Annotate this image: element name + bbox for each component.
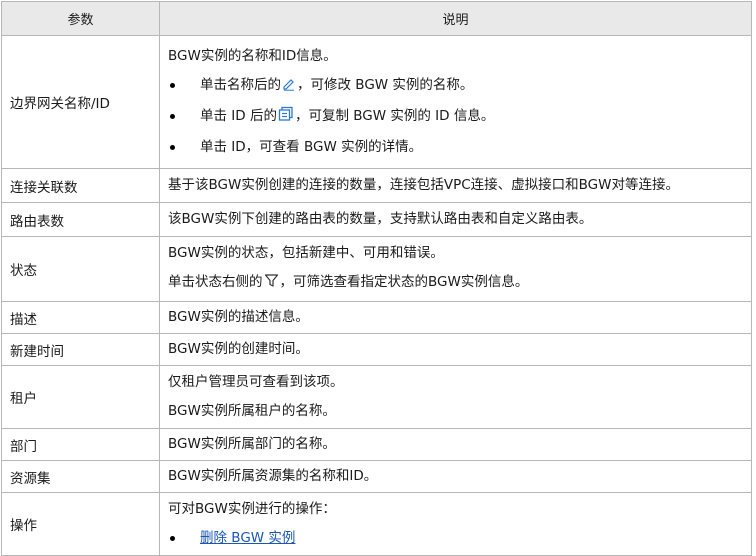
param-name: 状态 xyxy=(1,236,160,302)
table-row: 新建时间 BGW实例的创建时间。 xyxy=(1,333,752,366)
desc-line: BGW实例的名称和ID信息。 xyxy=(168,48,337,64)
param-desc: BGW实例所属资源集的名称和ID。 xyxy=(159,460,752,493)
param-desc: BGW实例的状态，包括新建中、可用和错误。 单击状态右侧的 ，可筛选查看指定状态的… xyxy=(159,236,752,302)
filter-icon[interactable] xyxy=(264,270,279,299)
table-row: 租户 仅租户管理员可查看到该项。 BGW实例所属租户的名称。 xyxy=(1,365,752,429)
edit-icon[interactable] xyxy=(282,73,296,102)
bullet-item: 单击名称后的 ，可修改 BGW 实例的名称。 xyxy=(168,71,743,102)
delete-bgw-link[interactable]: 删除 BGW 实例 xyxy=(200,530,295,546)
param-name: 路由表数 xyxy=(1,202,160,237)
parameter-table: 参数 说明 边界网关名称/ID BGW实例的名称和ID信息。 单击名称后的 ，可修… xyxy=(1,1,752,556)
table-row: 边界网关名称/ID BGW实例的名称和ID信息。 单击名称后的 ，可修改 BGW … xyxy=(1,35,752,169)
header-desc: 说明 xyxy=(159,1,752,36)
copy-icon[interactable] xyxy=(278,104,294,133)
table-row: 状态 BGW实例的状态，包括新建中、可用和错误。 单击状态右侧的 ，可筛选查看指定… xyxy=(1,236,752,302)
param-name: 资源集 xyxy=(1,460,160,493)
bullet-item: 单击 ID 后的 ，可复制 BGW 实例的 ID 信息。 xyxy=(168,102,743,133)
param-desc: 仅租户管理员可查看到该项。 BGW实例所属租户的名称。 xyxy=(159,365,752,429)
param-name: 边界网关名称/ID xyxy=(1,35,160,169)
param-name: 新建时间 xyxy=(1,333,160,366)
table-row: 路由表数 该BGW实例下创建的路由表的数量，支持默认路由表和自定义路由表。 xyxy=(1,202,752,237)
param-desc: 基于该BGW实例创建的连接的数量，连接包括VPC连接、虚拟接口和BGW对等连接。 xyxy=(159,168,752,203)
table-row: 描述 BGW实例的描述信息。 xyxy=(1,301,752,334)
bullet-item: 单击 ID，可查看 BGW 实例的详情。 xyxy=(168,133,743,162)
param-desc: BGW实例所属部门的名称。 xyxy=(159,428,752,461)
header-param: 参数 xyxy=(1,1,160,36)
param-name: 操作 xyxy=(1,492,160,556)
param-name: 租户 xyxy=(1,365,160,429)
param-name: 部门 xyxy=(1,428,160,461)
table-row: 资源集 BGW实例所属资源集的名称和ID。 xyxy=(1,460,752,493)
table-row: 连接关联数 基于该BGW实例创建的连接的数量，连接包括VPC连接、虚拟接口和BG… xyxy=(1,168,752,203)
table-header: 参数 说明 xyxy=(1,1,752,36)
table-row: 操作 可对BGW实例进行的操作： 删除 BGW 实例 xyxy=(1,492,752,556)
param-name: 连接关联数 xyxy=(1,168,160,203)
param-desc: 该BGW实例下创建的路由表的数量，支持默认路由表和自定义路由表。 xyxy=(159,202,752,237)
param-desc: BGW实例的名称和ID信息。 单击名称后的 ，可修改 BGW 实例的名称。 单击 … xyxy=(159,35,752,169)
param-desc: 可对BGW实例进行的操作： 删除 BGW 实例 xyxy=(159,492,752,556)
param-desc: BGW实例的创建时间。 xyxy=(159,333,752,366)
param-desc: BGW实例的描述信息。 xyxy=(159,301,752,334)
table-row: 部门 BGW实例所属部门的名称。 xyxy=(1,428,752,461)
param-name: 描述 xyxy=(1,301,160,334)
